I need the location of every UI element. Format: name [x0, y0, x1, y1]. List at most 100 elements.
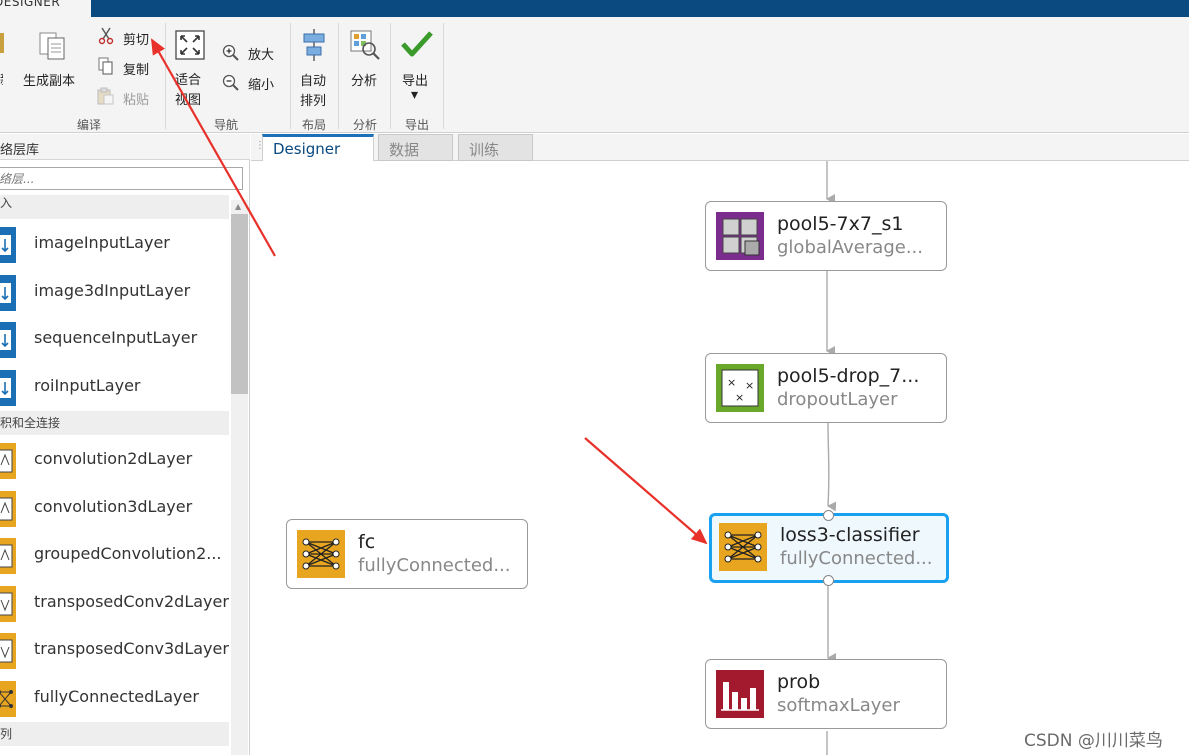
library-item-groupedconvolution2dlayer[interactable]: groupedConvolution2...	[0, 531, 229, 578]
library-item-fullyconnectedlayer[interactable]: fullyConnectedLayer	[0, 674, 229, 721]
zoom-in-label: 放大	[248, 48, 275, 63]
library-item-image3dinputlayer[interactable]: image3dInputLayer	[0, 268, 229, 315]
category-label: 列	[0, 727, 13, 741]
library-item-transposedconv3dlayer[interactable]: transposedConv3dLayer	[0, 626, 229, 673]
group-separator	[165, 23, 166, 129]
library-item-sequenceinputlayer[interactable]: sequenceInputLayer	[0, 315, 229, 362]
node-subtitle: fullyConnected...	[780, 548, 933, 569]
tab-data-label: 数据	[389, 141, 420, 159]
category-label: 入	[0, 196, 13, 210]
library-item-label: convolution2dLayer	[34, 449, 193, 468]
tab-training-label: 训练	[469, 141, 500, 159]
library-item-convolution2dlayer[interactable]: convolution2dLayer	[0, 436, 229, 483]
cut-label: 剪切	[123, 33, 150, 48]
output-port[interactable]	[823, 575, 834, 586]
analysis-group-label: 分析	[352, 118, 377, 132]
copy-label: 复制	[123, 63, 150, 78]
node-title: fc	[358, 531, 376, 553]
zoom-out-icon	[222, 74, 239, 91]
tab-designer-label: DESIGNER	[0, 0, 61, 9]
category-header-input[interactable]: 入	[0, 195, 229, 219]
fully-connected-icon	[719, 523, 767, 571]
tab-training[interactable]: 训练	[458, 134, 533, 161]
svg-text:×: ×	[727, 376, 736, 389]
edit-group-label: 编译	[76, 118, 101, 132]
library-item-label: fullyConnectedLayer	[34, 687, 199, 706]
convolution-layer-icon	[0, 491, 16, 527]
softmax-layer-icon	[716, 670, 764, 718]
library-item-label: transposedConv3dLayer	[34, 639, 229, 658]
layer-library-panel: 络层库 入 imageInputLayer image3dInputLayer …	[0, 134, 250, 755]
layer-node-loss3-classifier[interactable]: loss3-classifier fullyConnected...	[709, 513, 949, 583]
scroll-up-arrow-icon[interactable]: ▲	[235, 202, 241, 211]
library-item-transposedconv2dlayer[interactable]: transposedConv2dLayer	[0, 579, 229, 626]
node-subtitle: softmaxLayer	[777, 695, 900, 716]
svg-text:×: ×	[735, 391, 744, 404]
fit-view-label-line1: 适合	[175, 73, 202, 88]
library-item-label: roiInputLayer	[34, 376, 141, 395]
top-toolstrip-bar: DESIGNER	[0, 0, 1189, 17]
partial-icon	[0, 33, 4, 53]
group-separator	[390, 23, 391, 129]
category-header-sequence[interactable]: 列	[0, 722, 229, 746]
designer-canvas[interactable]: pool5-7x7_s1 globalAverage... × × × pool…	[251, 161, 1189, 755]
copy-icon	[98, 57, 113, 75]
tab-designer[interactable]: Designer	[262, 134, 374, 162]
category-header-conv-fc[interactable]: 积和全连接	[0, 411, 229, 435]
auto-arrange-label-line1: 自动	[300, 74, 327, 89]
library-search-box[interactable]	[0, 167, 243, 190]
node-subtitle: globalAverage...	[777, 237, 923, 258]
fully-connected-icon	[0, 681, 16, 717]
checkmark-icon	[401, 31, 433, 57]
input-layer-icon	[0, 370, 16, 406]
layout-group-label: 布局	[301, 118, 326, 132]
library-header: 络层库	[0, 134, 250, 160]
duplicate-label: 生成副本	[23, 74, 76, 89]
fit-view-icon	[175, 30, 205, 60]
fully-connected-icon	[297, 530, 345, 578]
layer-node-dropout[interactable]: × × × pool5-drop_7... dropoutLayer	[705, 353, 947, 423]
node-title: pool5-7x7_s1	[777, 213, 904, 235]
library-item-imageinputlayer[interactable]: imageInputLayer	[0, 220, 229, 267]
edge-drop-to-loss3	[827, 422, 837, 512]
analyze-label: 分析	[351, 74, 378, 89]
dropout-layer-icon: × × ×	[716, 364, 764, 412]
group-separator	[338, 23, 339, 129]
duplicate-icon	[39, 32, 65, 60]
library-item-convolution3dlayer[interactable]: convolution3dLayer	[0, 484, 229, 531]
zoom-out-label: 缩小	[248, 78, 275, 93]
input-layer-icon	[0, 275, 16, 311]
group-separator	[443, 23, 444, 129]
node-title: loss3-classifier	[780, 524, 920, 546]
node-title: pool5-drop_7...	[777, 365, 920, 387]
library-scrollbar[interactable]: ▲	[231, 200, 248, 755]
convolution-layer-icon	[0, 586, 16, 622]
canvas-tabstrip: ⋮ Designer 数据 训练	[251, 134, 1189, 162]
auto-arrange-label-line2: 排列	[300, 94, 327, 109]
ribbon: 新 生成副本 剪切 复制 粘贴	[0, 17, 1189, 133]
convolution-layer-icon	[0, 443, 16, 479]
library-search-input[interactable]	[0, 168, 242, 190]
layer-node-fc[interactable]: fc fullyConnected...	[286, 519, 528, 589]
library-item-label: groupedConvolution2...	[34, 544, 222, 563]
library-item-label: sequenceInputLayer	[34, 328, 198, 347]
tab-data[interactable]: 数据	[378, 134, 453, 161]
library-item-roiinputlayer[interactable]: roiInputLayer	[0, 363, 229, 410]
analyze-icon	[350, 30, 380, 60]
library-scrollbar-thumb[interactable]	[231, 214, 248, 394]
library-item-label: transposedConv2dLayer	[34, 592, 229, 611]
pooling-layer-icon	[716, 212, 764, 260]
library-title: 络层库	[0, 143, 40, 158]
watermark-text: CSDN @川川菜鸟	[1024, 731, 1163, 751]
zoom-in-icon	[222, 44, 239, 61]
fit-view-label-line2: 视图	[175, 93, 202, 108]
layer-node-prob[interactable]: prob softmaxLayer	[705, 659, 947, 729]
tab-designer-label: Designer	[273, 140, 341, 158]
input-port[interactable]	[823, 510, 834, 521]
export-group-label: 导出	[404, 118, 429, 132]
scissors-icon	[98, 27, 114, 45]
partial-label: 新	[0, 69, 3, 88]
node-subtitle: fullyConnected...	[358, 555, 511, 576]
tab-designer-toolstrip[interactable]: DESIGNER	[0, 0, 91, 17]
layer-node-pool5[interactable]: pool5-7x7_s1 globalAverage...	[705, 201, 947, 271]
